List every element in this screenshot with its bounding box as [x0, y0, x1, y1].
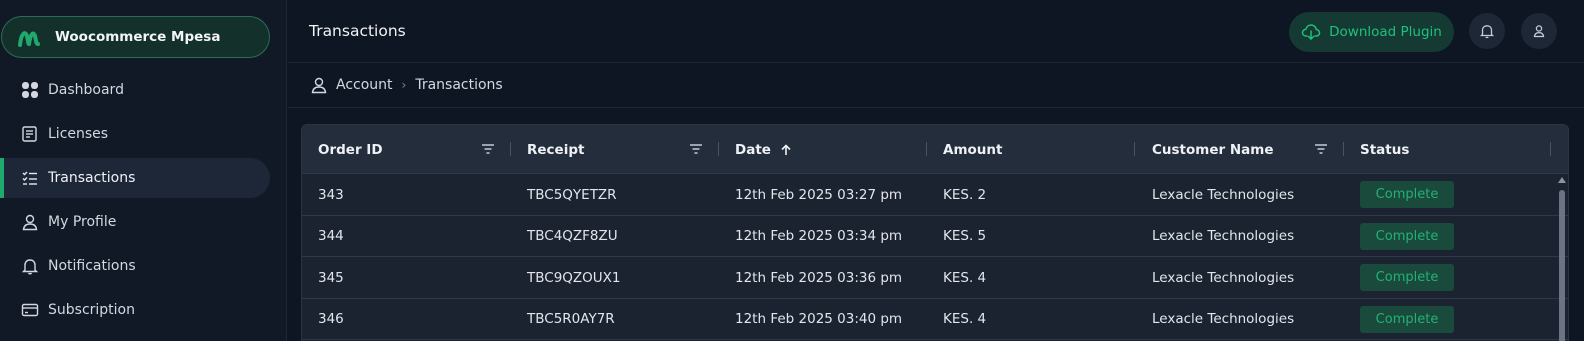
column-header-customer-name[interactable]: Customer Name	[1152, 125, 1274, 174]
status-badge: Complete	[1360, 305, 1454, 333]
app-root: Woocommerce Mpesa Dashboard Licenses Tra…	[0, 0, 1584, 341]
cell-status: Complete	[1360, 299, 1454, 340]
user-icon	[21, 213, 39, 231]
cell-order-id: 344	[318, 228, 344, 244]
cell-receipt: TBC9QZOUX1	[527, 269, 621, 286]
sidebar-item-label: Subscription	[48, 302, 135, 318]
dashboard-icon	[21, 81, 39, 99]
column-resize-handle[interactable]	[718, 142, 719, 156]
column-resize-handle[interactable]	[1343, 142, 1344, 156]
bell-icon	[1479, 25, 1495, 39]
table-row[interactable]: 343 TBC5QYETZR 12th Feb 2025 03:27 pm KE…	[302, 174, 1568, 216]
status-badge: Complete	[1360, 222, 1454, 250]
cell-amount: KES. 4	[943, 311, 987, 327]
breadcrumb: Account › Transactions	[310, 75, 503, 95]
notifications-button[interactable]	[1469, 13, 1505, 49]
column-header-status[interactable]: Status	[1360, 125, 1409, 174]
transactions-table: Order ID Receipt Date Amount Customer Na…	[301, 124, 1569, 341]
sidebar-nav: Dashboard Licenses Transactions My Profi…	[0, 70, 287, 334]
sidebar-item-label: Licenses	[48, 126, 109, 142]
table-row[interactable]: 344 TBC4QZF8ZU 12th Feb 2025 03:34 pm KE…	[302, 216, 1568, 257]
breadcrumb-item-account[interactable]: Account	[336, 77, 393, 93]
user-icon	[1533, 25, 1545, 38]
chevron-right-icon: ›	[401, 78, 407, 92]
table-body: 343 TBC5QYETZR 12th Feb 2025 03:27 pm KE…	[302, 174, 1568, 340]
sidebar-item-licenses[interactable]: Licenses	[0, 114, 270, 154]
card-icon	[21, 301, 39, 319]
scrollbar-thumb[interactable]	[1559, 190, 1565, 341]
cell-customer-name: Lexacle Technologies	[1152, 311, 1295, 327]
cloud-download-icon	[1301, 24, 1321, 40]
cell-receipt: TBC4QZF8ZU	[527, 228, 618, 244]
cell-customer-name: Lexacle Technologies	[1152, 269, 1295, 286]
cell-date: 12th Feb 2025 03:34 pm	[735, 228, 903, 244]
cell-date: 12th Feb 2025 03:27 pm	[735, 186, 903, 203]
sidebar-item-label: Transactions	[48, 170, 136, 186]
breadcrumb-item-transactions: Transactions	[415, 77, 503, 93]
cell-date: 12th Feb 2025 03:40 pm	[735, 311, 903, 327]
cell-order-id: 346	[318, 311, 344, 327]
table-scrollbar[interactable]	[1558, 175, 1566, 341]
table-header: Order ID Receipt Date Amount Customer Na…	[302, 125, 1568, 174]
brand-pill[interactable]: Woocommerce Mpesa	[1, 16, 270, 58]
download-plugin-label: Download Plugin	[1329, 24, 1442, 40]
table-row[interactable]: 345 TBC9QZOUX1 12th Feb 2025 03:36 pm KE…	[302, 257, 1568, 299]
cell-status: Complete	[1360, 174, 1454, 215]
cell-status: Complete	[1360, 257, 1454, 298]
column-resize-handle[interactable]	[926, 142, 927, 156]
filter-icon[interactable]	[480, 141, 496, 157]
sidebar: Woocommerce Mpesa Dashboard Licenses Tra…	[0, 0, 287, 341]
column-header-receipt[interactable]: Receipt	[527, 125, 584, 174]
sidebar-item-label: Dashboard	[48, 82, 124, 98]
sidebar-item-label: My Profile	[48, 214, 117, 230]
cell-receipt: TBC5R0AY7R	[527, 311, 615, 327]
page-title: Transactions	[309, 22, 406, 40]
main-content: Transactions Download Plugin Account › T…	[288, 0, 1584, 341]
top-bar: Transactions Download Plugin	[288, 0, 1584, 63]
column-header-label: Date	[735, 141, 771, 158]
account-button[interactable]	[1521, 13, 1557, 49]
column-resize-handle[interactable]	[510, 142, 511, 156]
license-icon	[21, 125, 39, 143]
cell-customer-name: Lexacle Technologies	[1152, 228, 1295, 244]
brand-logo-icon	[18, 31, 40, 47]
cell-order-id: 345	[318, 269, 344, 286]
cell-status: Complete	[1360, 216, 1454, 257]
cell-date: 12th Feb 2025 03:36 pm	[735, 269, 903, 286]
sidebar-item-transactions[interactable]: Transactions	[0, 158, 270, 198]
column-resize-handle[interactable]	[1134, 142, 1135, 156]
user-icon	[311, 77, 327, 94]
sidebar-item-dashboard[interactable]: Dashboard	[0, 70, 270, 110]
filter-icon[interactable]	[1313, 141, 1329, 157]
brand-name: Woocommerce Mpesa	[55, 29, 221, 45]
column-header-amount[interactable]: Amount	[943, 125, 1002, 174]
scroll-up-arrow-icon[interactable]	[1558, 177, 1566, 183]
column-header-order-id[interactable]: Order ID	[318, 125, 383, 174]
column-header-date[interactable]: Date	[735, 125, 793, 174]
bell-icon	[21, 257, 39, 275]
sidebar-item-label: Notifications	[48, 258, 136, 274]
cell-amount: KES. 5	[943, 228, 987, 244]
sort-ascending-icon[interactable]	[779, 143, 793, 157]
table-row[interactable]: 346 TBC5R0AY7R 12th Feb 2025 03:40 pm KE…	[302, 299, 1568, 340]
sidebar-item-subscription[interactable]: Subscription	[0, 290, 270, 330]
cell-amount: KES. 2	[943, 186, 987, 203]
divider	[288, 107, 1584, 108]
sidebar-item-my-profile[interactable]: My Profile	[0, 202, 270, 242]
cell-receipt: TBC5QYETZR	[527, 186, 617, 203]
column-resize-handle[interactable]	[1550, 142, 1551, 156]
filter-icon[interactable]	[688, 141, 704, 157]
transactions-icon	[21, 169, 39, 187]
cell-customer-name: Lexacle Technologies	[1152, 186, 1295, 203]
cell-order-id: 343	[318, 186, 344, 203]
cell-amount: KES. 4	[943, 269, 987, 286]
status-badge: Complete	[1360, 181, 1454, 208]
download-plugin-button[interactable]: Download Plugin	[1289, 12, 1454, 52]
status-badge: Complete	[1360, 264, 1454, 291]
sidebar-item-notifications[interactable]: Notifications	[0, 246, 270, 286]
